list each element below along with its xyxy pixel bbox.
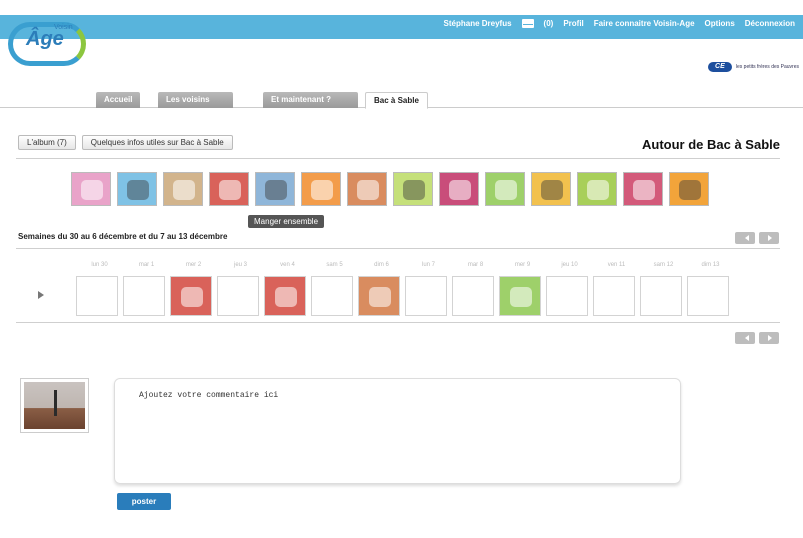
message-count[interactable]: (0) [544, 19, 554, 28]
day-slot[interactable] [264, 276, 306, 316]
activity-icon-5[interactable] [255, 172, 295, 206]
pictogram-icon [369, 287, 391, 307]
comment-input[interactable]: Ajoutez votre commentaire ici [114, 378, 681, 484]
day-slot[interactable] [170, 276, 212, 316]
day-labels: lun 30 mar 1 mer 2 jeu 3 ven 4 sam 5 dim 6 lun … [76, 262, 734, 268]
top-nav: Stéphane Dreyfus (0) Profil Faire connai… [444, 19, 795, 28]
day-label: mer 9 [514, 262, 531, 268]
day-label: jeu 3 [233, 262, 247, 268]
activity-icon-7[interactable] [347, 172, 387, 206]
day-slot[interactable] [76, 276, 118, 316]
activity-icon-10[interactable] [485, 172, 525, 206]
album-button[interactable]: L'album (7) [18, 135, 76, 150]
day-label: dim 6 [374, 262, 389, 268]
user-name[interactable]: Stéphane Dreyfus [444, 19, 512, 28]
activity-icons [71, 172, 709, 206]
day-label: ven 4 [280, 262, 295, 268]
day-slot[interactable] [311, 276, 353, 316]
next-week-button[interactable] [759, 232, 779, 244]
tab-voisins[interactable]: Les voisins [158, 92, 233, 108]
infos-button[interactable]: Quelques infos utiles sur Bac à Sable [81, 135, 233, 150]
week-title: Semaines du 30 au 6 décembre et du 7 au … [18, 232, 228, 241]
week-nav-top [735, 232, 779, 244]
day-slot[interactable] [405, 276, 447, 316]
pictogram-icon [541, 180, 563, 200]
pictogram-icon [311, 180, 333, 200]
poster-button[interactable]: poster [117, 493, 171, 510]
sub-nav: L'album (7) Quelques infos utiles sur Ba… [18, 135, 233, 150]
prev-week-button[interactable] [735, 332, 755, 344]
pictogram-icon [587, 180, 609, 200]
activity-icon-1[interactable] [71, 172, 111, 206]
day-slot[interactable] [123, 276, 165, 316]
activity-icon-8[interactable] [393, 172, 433, 206]
day-slots [76, 276, 734, 316]
pictogram-icon [495, 180, 517, 200]
day-label: mar 1 [138, 262, 155, 268]
day-label: lun 7 [421, 262, 435, 268]
day-label: sam 12 [653, 262, 674, 268]
day-label: sam 5 [326, 262, 343, 268]
pictogram-icon [403, 180, 425, 200]
day-label: dim 13 [701, 262, 720, 268]
site-logo[interactable]: Voisin Âge [8, 18, 90, 70]
activity-icon-13[interactable] [623, 172, 663, 206]
day-slot[interactable] [640, 276, 682, 316]
activity-icon-4[interactable] [209, 172, 249, 206]
avatar [20, 378, 89, 433]
pictogram-icon [633, 180, 655, 200]
next-week-button[interactable] [759, 332, 779, 344]
pictogram-icon [449, 180, 471, 200]
divider [16, 322, 780, 323]
prev-week-button[interactable] [735, 232, 755, 244]
day-label: lun 30 [91, 262, 108, 268]
day-label: ven 11 [607, 262, 626, 268]
pictogram-icon [357, 180, 379, 200]
divider [16, 158, 780, 159]
divider [16, 248, 780, 249]
invite-link[interactable]: Faire connaitre Voisin-Age [594, 19, 695, 28]
day-slot[interactable] [499, 276, 541, 316]
pictogram-icon [510, 287, 532, 307]
tab-accueil[interactable]: Accueil [96, 92, 141, 108]
tab-bac-a-sable[interactable]: Bac à Sable [365, 92, 428, 109]
tab-et-maintenant[interactable]: Et maintenant ? [263, 92, 358, 108]
day-slot[interactable] [687, 276, 729, 316]
pictogram-icon [181, 287, 203, 307]
activity-icon-11[interactable] [531, 172, 571, 206]
day-label: jeu 10 [561, 262, 578, 268]
pictogram-icon [265, 180, 287, 200]
day-label: mer 2 [185, 262, 202, 268]
tooltip: Manger ensemble [248, 215, 325, 228]
logout-link[interactable]: Déconnexion [745, 19, 795, 28]
day-slot[interactable] [217, 276, 259, 316]
day-slot[interactable] [452, 276, 494, 316]
activity-icon-14[interactable] [669, 172, 709, 206]
pictogram-icon [679, 180, 701, 200]
play-icon[interactable] [38, 291, 48, 299]
pictogram-icon [275, 287, 297, 307]
day-label: mar 8 [467, 262, 484, 268]
activity-icon-9[interactable] [439, 172, 479, 206]
partner-logo: CE les petits frères des Pauvres [707, 62, 799, 72]
main-tabs: Accueil Les voisins Et maintenant ? Bac … [0, 92, 803, 109]
day-slot[interactable] [358, 276, 400, 316]
page-title: Autour de Bac à Sable [642, 137, 780, 152]
options-link[interactable]: Options [705, 19, 735, 28]
pictogram-icon [173, 180, 195, 200]
pictogram-icon [219, 180, 241, 200]
day-slot[interactable] [593, 276, 635, 316]
profile-link[interactable]: Profil [563, 19, 583, 28]
day-slot[interactable] [546, 276, 588, 316]
activity-icon-6[interactable] [301, 172, 341, 206]
activity-icon-12[interactable] [577, 172, 617, 206]
pictogram-icon [127, 180, 149, 200]
activity-icon-3[interactable] [163, 172, 203, 206]
week-nav-bottom [735, 332, 779, 344]
pictogram-icon [81, 180, 103, 200]
mail-icon[interactable] [521, 19, 534, 28]
activity-icon-2[interactable] [117, 172, 157, 206]
